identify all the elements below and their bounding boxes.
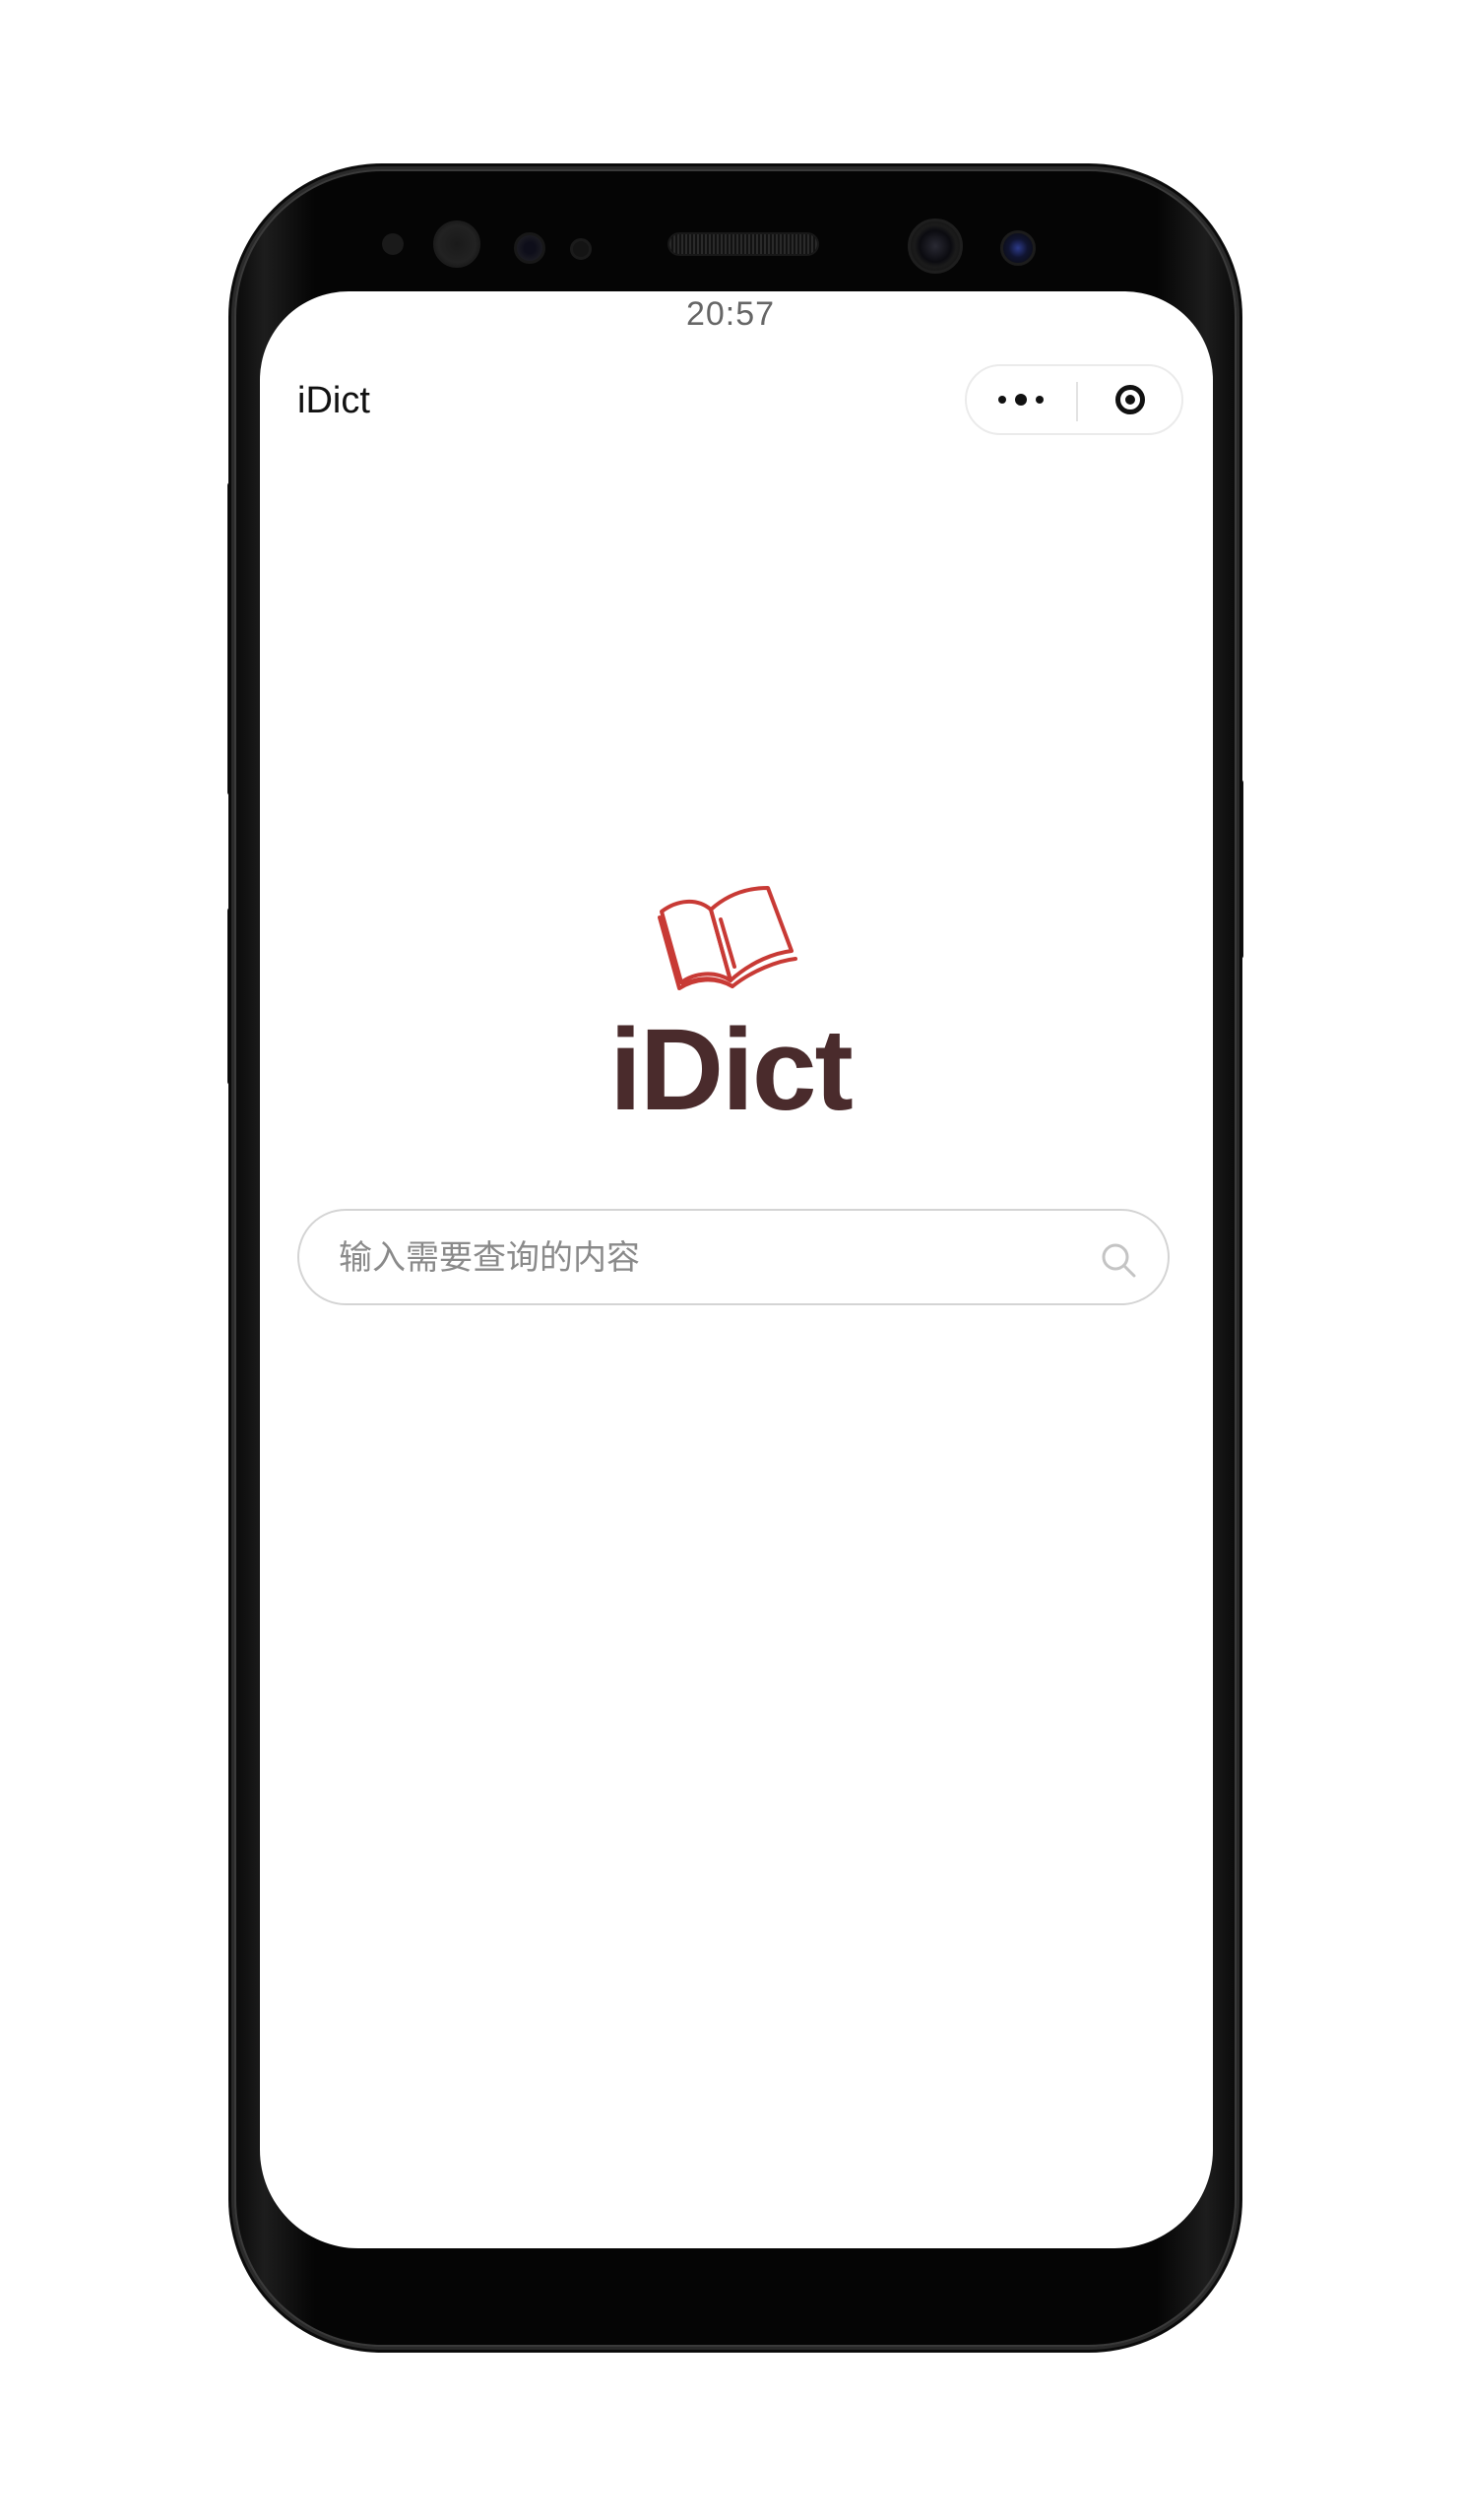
led-indicator-icon xyxy=(570,238,592,260)
target-circle-icon xyxy=(1115,385,1145,414)
search-icon[interactable] xyxy=(1099,1240,1138,1280)
more-button[interactable] xyxy=(967,366,1075,433)
search-input[interactable] xyxy=(337,1211,1089,1305)
device-mockup: 20:57 iDict iDict xyxy=(0,0,1461,2520)
nav-title: iDict xyxy=(297,380,370,421)
sensor-icon xyxy=(514,232,545,264)
front-camera-icon xyxy=(908,219,963,274)
earpiece-speaker xyxy=(669,234,817,254)
close-button[interactable] xyxy=(1077,366,1183,433)
miniprogram-capsule xyxy=(965,364,1183,435)
search-bar xyxy=(297,1209,1170,1305)
logo-wordmark: iDict xyxy=(609,1005,854,1135)
iris-scanner-icon xyxy=(1000,230,1036,266)
more-dots-icon xyxy=(998,393,1044,407)
status-time: 20:57 xyxy=(685,295,776,333)
proximity-sensor-icon xyxy=(382,233,404,255)
light-sensor-icon xyxy=(433,220,480,268)
open-book-icon xyxy=(658,886,797,990)
